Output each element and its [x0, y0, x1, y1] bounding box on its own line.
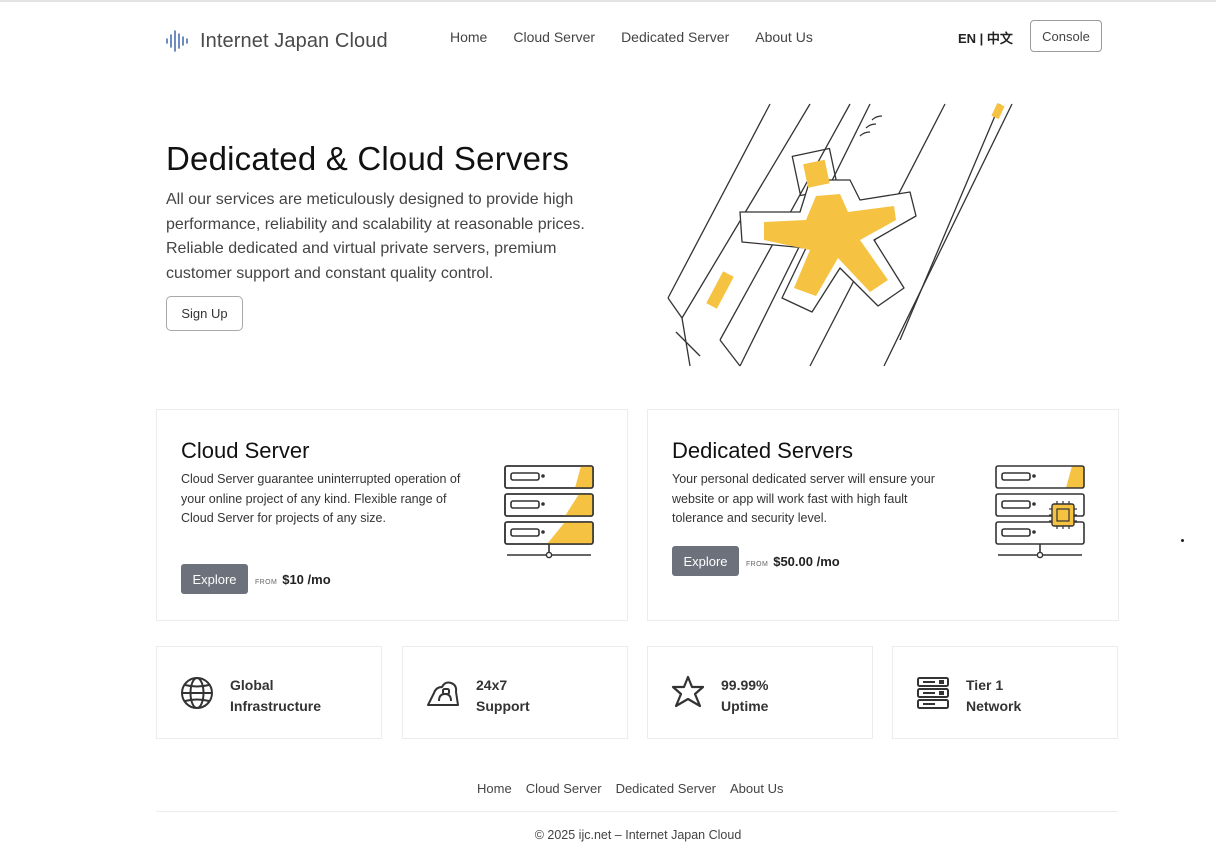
copyright: © 2025 ijc.net – Internet Japan Cloud [534, 828, 742, 842]
footer-link-home[interactable]: Home [477, 781, 512, 796]
footer-link-cloud-server[interactable]: Cloud Server [526, 781, 602, 796]
network-server-icon [917, 677, 949, 709]
price-value: $10 /mo [282, 572, 331, 587]
hero-description: All our services are meticulously design… [166, 191, 585, 283]
language-switcher[interactable]: EN | 中文 [958, 28, 1013, 47]
support-cloud-icon [427, 681, 459, 706]
card-description: Your personal dedicated server will ensu… [672, 472, 935, 525]
footer-link-about-us[interactable]: About Us [730, 781, 783, 796]
cloud-price: FROM $10 /mo [255, 572, 331, 587]
globe-icon [181, 677, 213, 709]
hero-title: Dedicated & Cloud Servers [166, 140, 570, 177]
footer-link-dedicated-server[interactable]: Dedicated Server [616, 781, 716, 796]
explore-dedicated-button[interactable]: Explore [672, 546, 739, 576]
nav-home[interactable]: Home [450, 29, 487, 45]
nav-cloud-server[interactable]: Cloud Server [513, 29, 595, 45]
top-border [0, 0, 1216, 2]
card-title: Dedicated Servers [672, 438, 853, 463]
signup-button[interactable]: Sign Up [166, 296, 243, 331]
card-title: Cloud Server [181, 438, 310, 463]
hero-server-illustration [667, 102, 1013, 367]
stray-dot [1181, 539, 1184, 542]
dedicated-server-card: Dedicated Servers Your personal dedicate… [647, 409, 1119, 621]
soundwave-logo-icon [166, 30, 188, 52]
price-value: $50.00 /mo [773, 554, 840, 569]
card-description: Cloud Server guarantee uninterrupted ope… [181, 472, 461, 525]
star-person-icon [671, 675, 705, 708]
footer-nav: Home Cloud Server Dedicated Server About… [477, 781, 798, 796]
logo[interactable]: Internet Japan Cloud [164, 29, 388, 53]
server-rack-icon [504, 465, 594, 559]
nav-about-us[interactable]: About Us [755, 29, 813, 45]
feature-uptime: 99.99% Uptime [647, 646, 873, 739]
feature-label: Global Infrastructure [230, 677, 322, 714]
feature-label: 24x7 Support [476, 677, 530, 714]
footer-divider [156, 811, 1118, 812]
dedicated-price: FROM $50.00 /mo [746, 554, 840, 569]
cloud-server-card: Cloud Server Cloud Server guarantee unin… [156, 409, 628, 621]
nav-dedicated-server[interactable]: Dedicated Server [621, 29, 729, 45]
server-chip-icon [995, 465, 1085, 559]
feature-support: 24x7 Support [402, 646, 628, 739]
logo-text: Internet Japan Cloud [200, 29, 388, 52]
main-nav: Home Cloud Server Dedicated Server About… [450, 29, 839, 45]
feature-label: 99.99% Uptime [721, 677, 769, 714]
feature-network: Tier 1 Network [892, 646, 1118, 739]
price-from-label: FROM [746, 561, 769, 568]
feature-global-infrastructure: Global Infrastructure [156, 646, 382, 739]
price-from-label: FROM [255, 579, 278, 586]
explore-cloud-button[interactable]: Explore [181, 564, 248, 594]
console-button[interactable]: Console [1030, 20, 1102, 52]
feature-label: Tier 1 Network [966, 677, 1022, 714]
